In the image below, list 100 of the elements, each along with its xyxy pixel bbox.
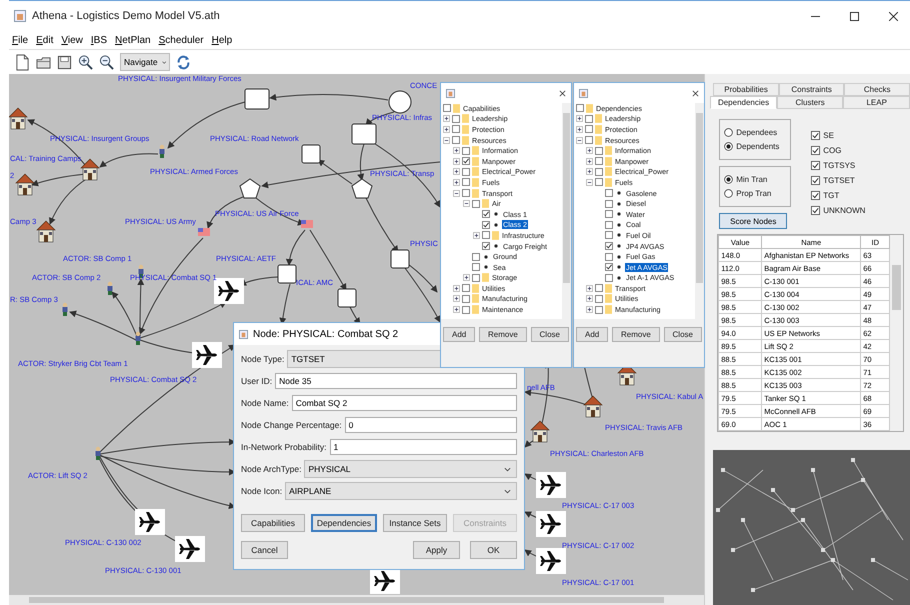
dialog-button[interactable]: Capabilities	[241, 514, 305, 532]
expand-icon[interactable]	[586, 284, 593, 292]
pentagon-node-icon[interactable]	[351, 178, 373, 198]
checkbox-icon[interactable]	[595, 284, 603, 292]
house-icon[interactable]	[530, 420, 550, 442]
expand-icon[interactable]	[453, 178, 460, 186]
expand-icon[interactable]	[586, 147, 593, 154]
checkbox-icon[interactable]	[462, 168, 470, 176]
expand-icon[interactable]	[443, 126, 450, 133]
checkbox-icon[interactable]	[595, 168, 603, 176]
person-icon[interactable]	[108, 282, 112, 295]
close-icon[interactable]	[692, 90, 699, 96]
dialog-button[interactable]: OK	[470, 541, 517, 559]
house-icon[interactable]	[80, 158, 100, 180]
tab[interactable]: Dependencies	[710, 96, 777, 109]
collapse-icon[interactable]	[586, 178, 593, 186]
input-field[interactable]: 0	[344, 417, 517, 433]
radio-option[interactable]: Dependees	[724, 128, 790, 137]
checkbox-icon[interactable]	[482, 220, 490, 229]
checkbox-icon[interactable]	[462, 146, 470, 155]
maximize-icon[interactable]	[850, 12, 859, 20]
menu-item[interactable]: NetPlan	[115, 34, 151, 46]
menu-item[interactable]: Help	[212, 34, 232, 46]
checkbox-icon[interactable]	[576, 104, 584, 112]
input-field[interactable]: 1	[330, 439, 517, 455]
collapse-icon[interactable]	[453, 190, 460, 197]
checkbox-icon[interactable]	[605, 189, 613, 198]
checkbox-icon[interactable]	[605, 274, 613, 282]
tab[interactable]: Probabilities	[713, 83, 779, 96]
dialog-button[interactable]: Instance Sets	[383, 514, 447, 532]
checkbox-icon[interactable]	[462, 294, 470, 303]
checkbox-icon[interactable]	[605, 231, 613, 240]
tab[interactable]: Clusters	[776, 96, 844, 109]
tab[interactable]: LEAP	[843, 96, 910, 109]
vertical-scrollbar[interactable]	[562, 103, 571, 319]
dropdown[interactable]: PHYSICAL	[304, 460, 517, 478]
tab[interactable]: Checks	[844, 83, 910, 96]
square-node-icon[interactable]	[302, 144, 320, 164]
checkbox-icon[interactable]	[472, 252, 480, 261]
expand-icon[interactable]	[453, 158, 460, 165]
dialog-button[interactable]: Close	[530, 327, 569, 342]
checkbox-icon[interactable]	[462, 157, 470, 166]
input-field[interactable]: Combat SQ 2	[292, 395, 517, 411]
airplane-node-icon[interactable]	[175, 536, 205, 562]
menu-item[interactable]: Scheduler	[158, 34, 204, 46]
checkbox-icon[interactable]	[595, 157, 603, 166]
checkbox-icon[interactable]	[595, 146, 603, 155]
save-icon[interactable]	[57, 54, 72, 70]
checkbox-icon[interactable]	[452, 125, 460, 134]
checkbox-icon[interactable]	[605, 200, 613, 208]
collapse-icon[interactable]	[463, 200, 470, 208]
airplane-node-icon[interactable]	[536, 548, 566, 574]
refresh-icon[interactable]	[176, 54, 191, 70]
person-icon[interactable]	[160, 144, 164, 158]
dialog-button[interactable]: Add	[443, 327, 476, 342]
dropdown[interactable]: AIRPLANE	[285, 482, 517, 500]
menu-item[interactable]: Edit	[36, 34, 54, 46]
person-icon[interactable]	[96, 446, 100, 460]
radio-option[interactable]: Dependents	[724, 142, 790, 151]
checkbox-icon[interactable]	[482, 210, 490, 218]
checkbox-icon[interactable]	[605, 263, 613, 272]
vertical-scrollbar[interactable]	[695, 103, 704, 319]
checkbox-option[interactable]: TGT	[811, 191, 866, 200]
checkbox-icon[interactable]	[605, 210, 613, 218]
expand-icon[interactable]	[576, 126, 583, 133]
score-nodes-button[interactable]: Score Nodes	[719, 213, 788, 229]
airplane-node-icon[interactable]	[370, 568, 400, 594]
square-node-icon[interactable]	[244, 88, 270, 110]
airplane-node-icon[interactable]	[536, 472, 566, 498]
checkbox-option[interactable]: TGTSYS	[811, 161, 866, 170]
zoom-in-icon[interactable]	[78, 54, 93, 70]
expand-icon[interactable]	[453, 284, 460, 292]
checkbox-icon[interactable]	[585, 125, 593, 134]
new-document-icon[interactable]	[15, 54, 30, 70]
dialog-button[interactable]: Dependencies	[311, 514, 377, 532]
airplane-node-icon[interactable]	[214, 278, 244, 304]
expand-icon[interactable]	[586, 306, 593, 314]
house-icon[interactable]	[583, 396, 603, 418]
checkbox-icon[interactable]	[595, 178, 603, 186]
checkbox-icon[interactable]	[585, 136, 593, 144]
pentagon-node-icon[interactable]	[239, 178, 261, 198]
house-icon[interactable]	[9, 108, 28, 130]
radio-option[interactable]: Min Tran	[724, 175, 790, 184]
airplane-node-icon[interactable]	[192, 342, 222, 368]
checkbox-icon[interactable]	[443, 104, 451, 112]
house-icon[interactable]	[15, 174, 35, 196]
collapse-icon[interactable]	[576, 136, 583, 144]
checkbox-icon[interactable]	[482, 231, 490, 240]
menu-item[interactable]: IBS	[90, 34, 107, 46]
expand-icon[interactable]	[586, 168, 593, 176]
close-icon[interactable]	[889, 12, 898, 20]
person-icon[interactable]	[62, 302, 68, 316]
square-node-icon[interactable]	[352, 124, 376, 144]
checkbox-icon[interactable]	[595, 294, 603, 303]
expand-icon[interactable]	[463, 274, 470, 282]
checkbox-icon[interactable]	[595, 306, 603, 314]
mode-dropdown[interactable]: Navigate	[120, 53, 170, 71]
dialog-button[interactable]: Close	[664, 327, 702, 342]
square-node-icon[interactable]	[278, 264, 296, 284]
checkbox-icon[interactable]	[452, 136, 460, 144]
